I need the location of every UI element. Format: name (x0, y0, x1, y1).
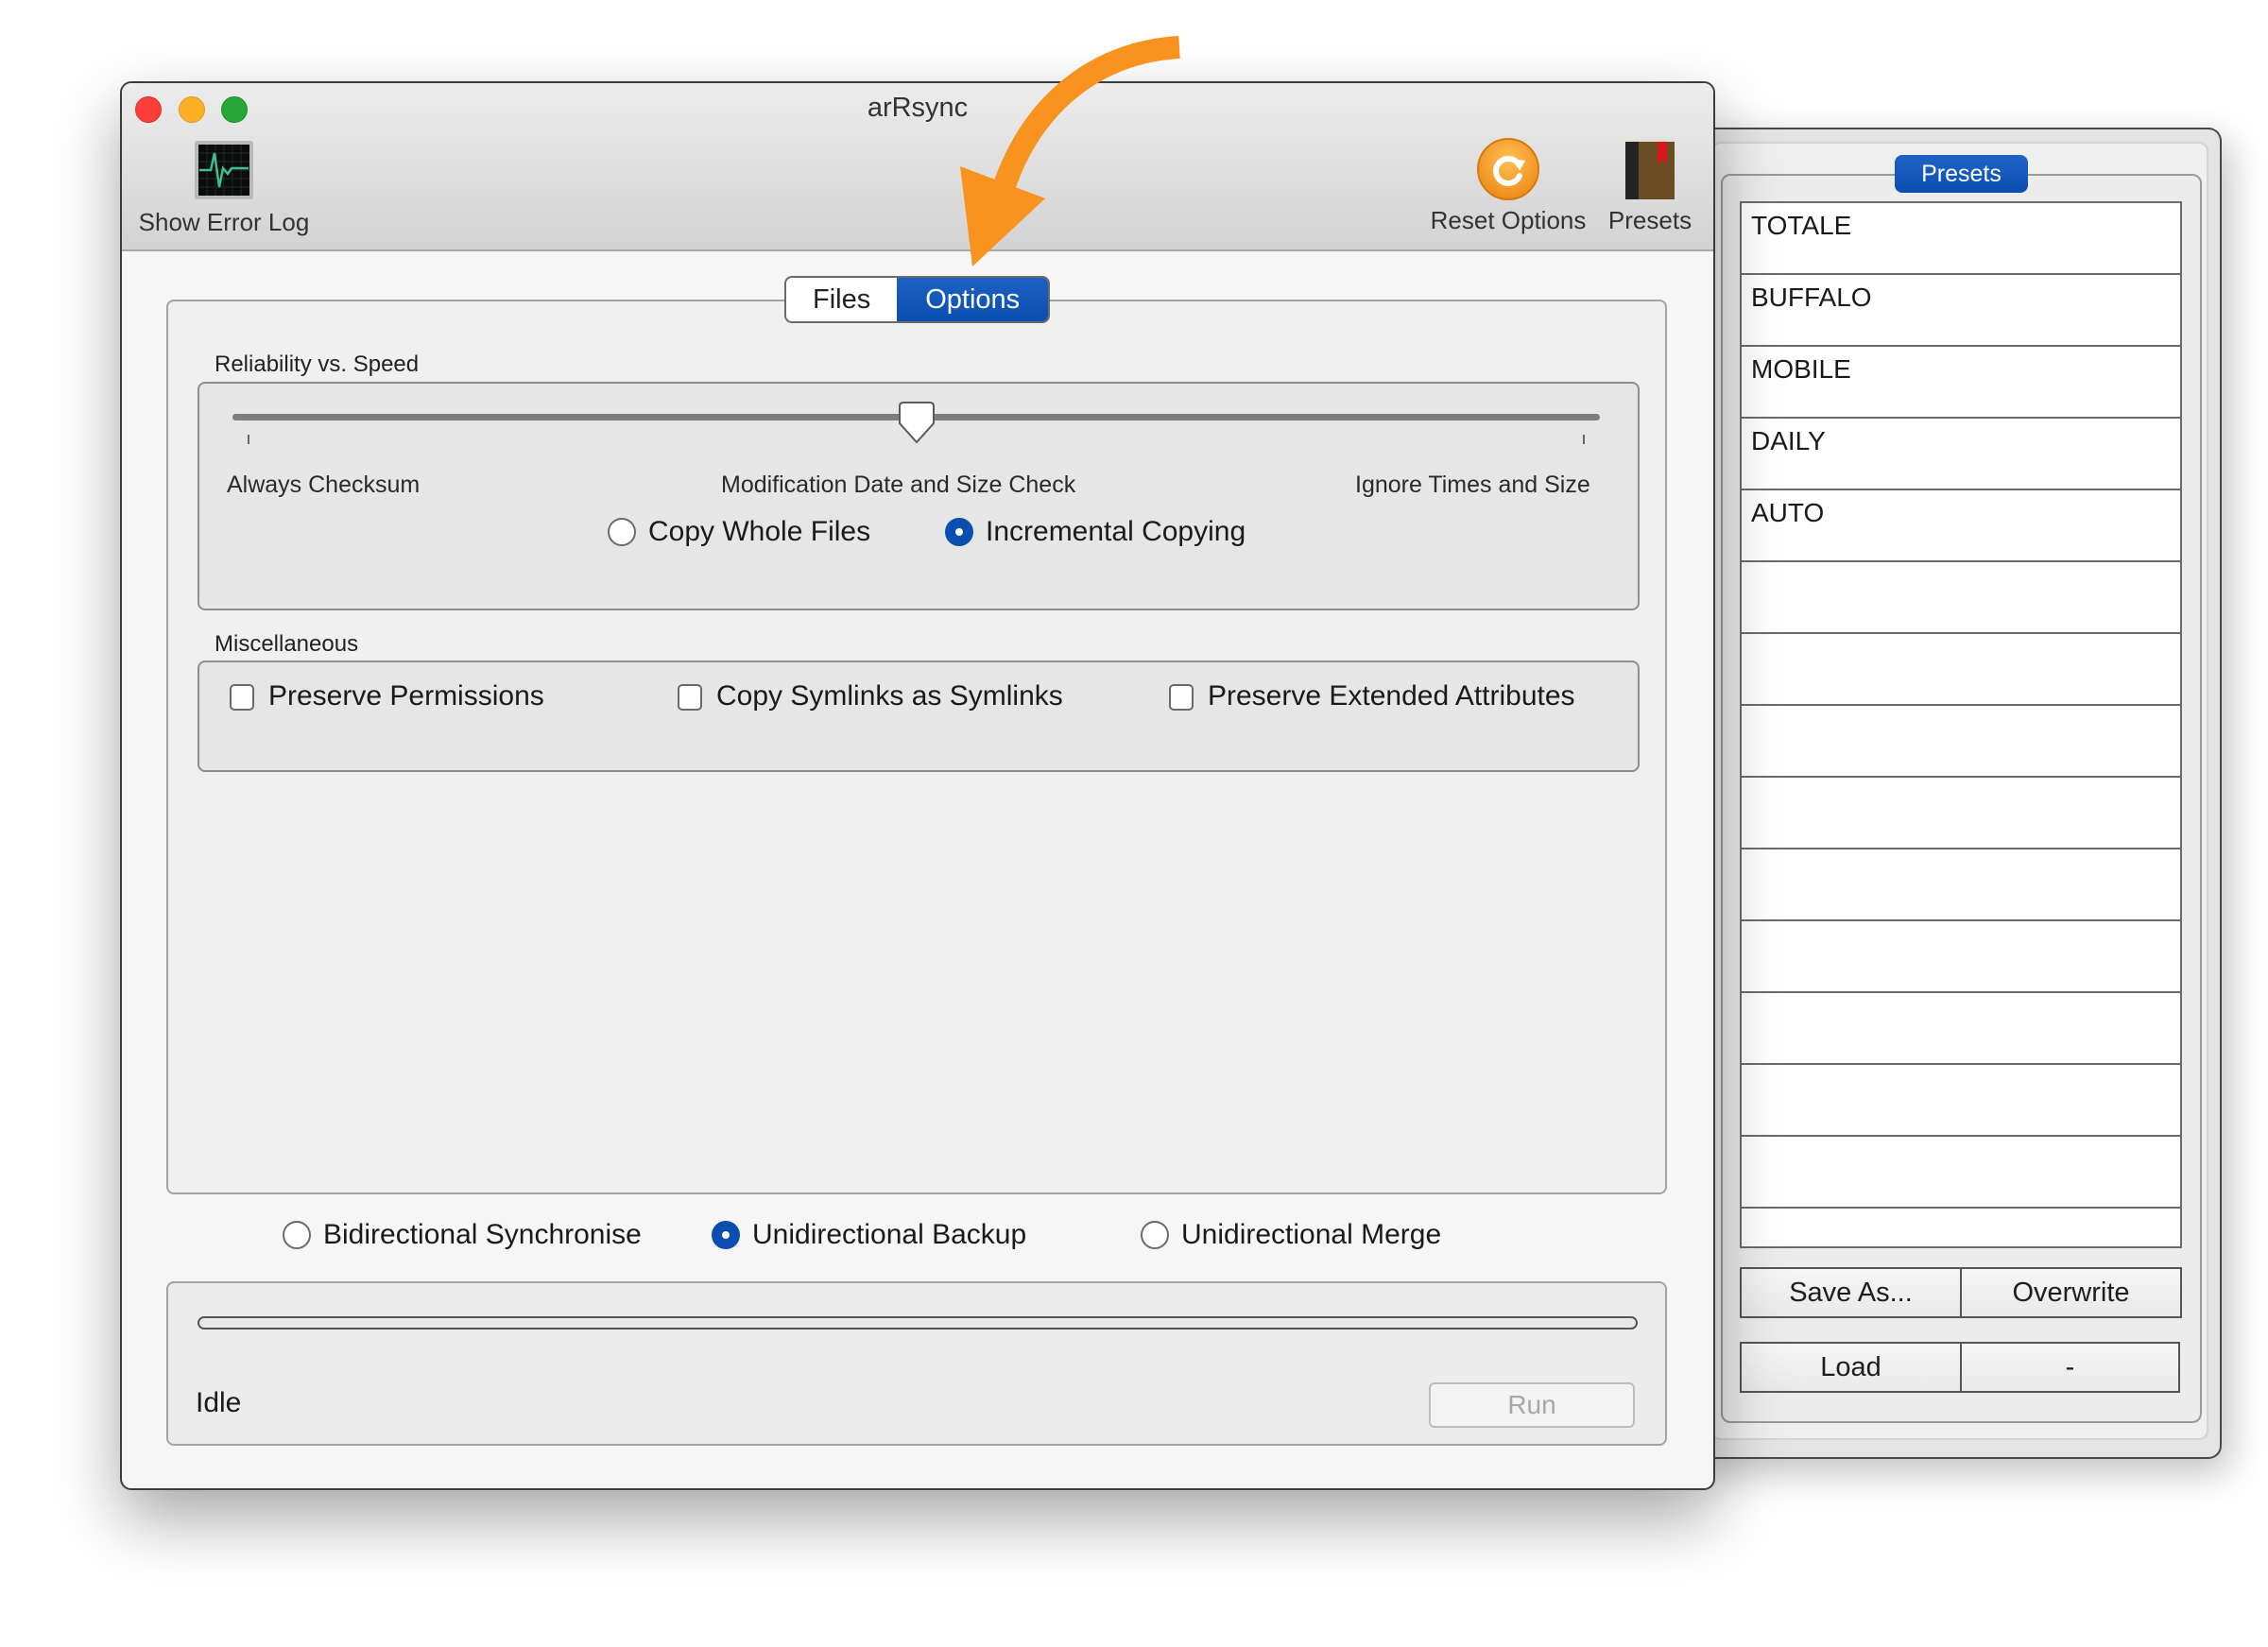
preset-list-item[interactable] (1742, 1137, 2180, 1209)
overwrite-button[interactable]: Overwrite (1960, 1267, 2182, 1318)
progress-bar (198, 1316, 1638, 1330)
slider-stop-label-0: Always Checksum (227, 472, 421, 498)
annotation-arrow-shaft (990, 36, 1180, 197)
preserve-extended-attributes-checkbox[interactable] (1169, 684, 1194, 711)
save-as-button[interactable]: Save As... (1740, 1267, 1962, 1318)
preset-list-item[interactable]: DAILY (1742, 419, 2180, 490)
unidirectional-backup-radio[interactable] (712, 1221, 740, 1249)
preserve-permissions-label[interactable]: Preserve Permissions (268, 680, 544, 712)
slider-tick-start (248, 435, 249, 444)
preset-list-item[interactable] (1742, 562, 2180, 634)
misc-box (198, 661, 1640, 772)
preserve-extended-attributes-label[interactable]: Preserve Extended Attributes (1208, 680, 1575, 712)
preset-list-item[interactable] (1742, 634, 2180, 706)
preserve-permissions-checkbox[interactable] (230, 684, 254, 711)
preset-list-item[interactable] (1742, 706, 2180, 778)
preset-list-item[interactable] (1742, 778, 2180, 849)
load-button[interactable]: Load (1740, 1342, 1962, 1393)
run-button[interactable]: Run (1429, 1382, 1635, 1428)
reliability-slider-thumb[interactable] (898, 401, 936, 444)
unidirectional-merge-radio[interactable] (1141, 1221, 1169, 1249)
copy-symlinks-checkbox[interactable] (678, 684, 702, 711)
preset-list-item[interactable]: AUTO (1742, 490, 2180, 562)
annotation-arrow (960, 36, 1180, 266)
slider-stop-label-2: Ignore Times and Size (1355, 472, 1590, 498)
copy-whole-files-label[interactable]: Copy Whole Files (648, 516, 870, 548)
copy-symlinks-label[interactable]: Copy Symlinks as Symlinks (716, 680, 1063, 712)
preset-list-item[interactable] (1742, 921, 2180, 993)
preset-list-item[interactable] (1742, 993, 2180, 1065)
unidirectional-merge-label[interactable]: Unidirectional Merge (1181, 1219, 1441, 1251)
bidirectional-synchronise-label[interactable]: Bidirectional Synchronise (323, 1219, 642, 1251)
preset-list-item[interactable] (1742, 849, 2180, 921)
status-text: Idle (196, 1387, 242, 1418)
bidirectional-synchronise-radio[interactable] (283, 1221, 311, 1249)
preset-list-item[interactable] (1742, 1065, 2180, 1137)
unidirectional-backup-label[interactable]: Unidirectional Backup (752, 1219, 1026, 1251)
slider-tick-end (1583, 435, 1585, 444)
copy-whole-files-radio[interactable] (608, 518, 636, 546)
incremental-copying-label[interactable]: Incremental Copying (986, 516, 1246, 548)
remove-preset-button[interactable]: - (1960, 1342, 2180, 1393)
slider-stop-label-1: Modification Date and Size Check (721, 472, 1076, 498)
incremental-copying-radio[interactable] (945, 518, 973, 546)
misc-section-label: Miscellaneous (215, 631, 359, 657)
